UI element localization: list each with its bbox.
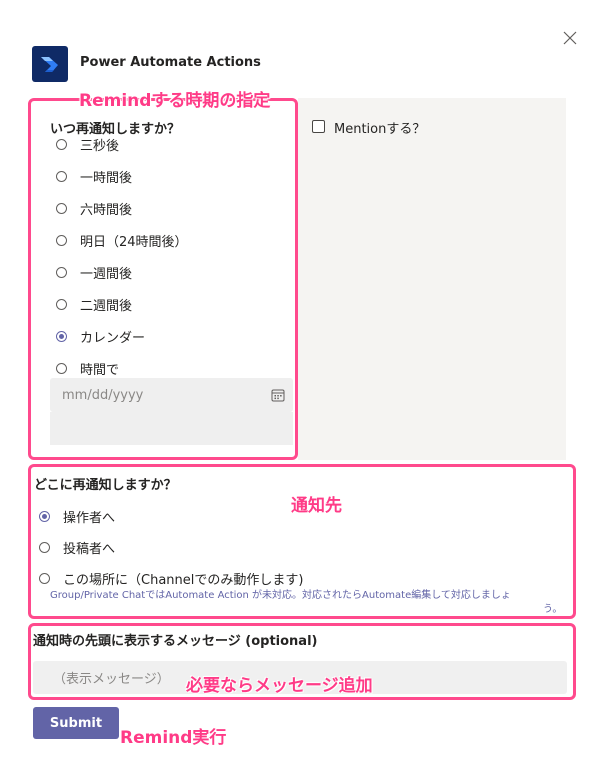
mention-label: Mentionする？ xyxy=(334,122,426,137)
close-icon[interactable] xyxy=(560,28,580,48)
annotation-box-when xyxy=(28,98,298,460)
annotation-message: 必要ならメッセージ追加 xyxy=(186,676,373,696)
annotation-box-where xyxy=(28,464,576,619)
annotation-submit: Remind実行 xyxy=(120,728,227,748)
submit-button[interactable]: Submit xyxy=(33,707,119,739)
app-title: Power Automate Actions xyxy=(80,55,261,70)
mention-checkbox[interactable] xyxy=(312,120,325,133)
annotation-when: Remindする時期の指定 xyxy=(79,91,271,111)
power-automate-logo-icon xyxy=(32,46,68,82)
right-panel xyxy=(298,98,566,460)
annotation-where: 通知先 xyxy=(291,496,342,516)
